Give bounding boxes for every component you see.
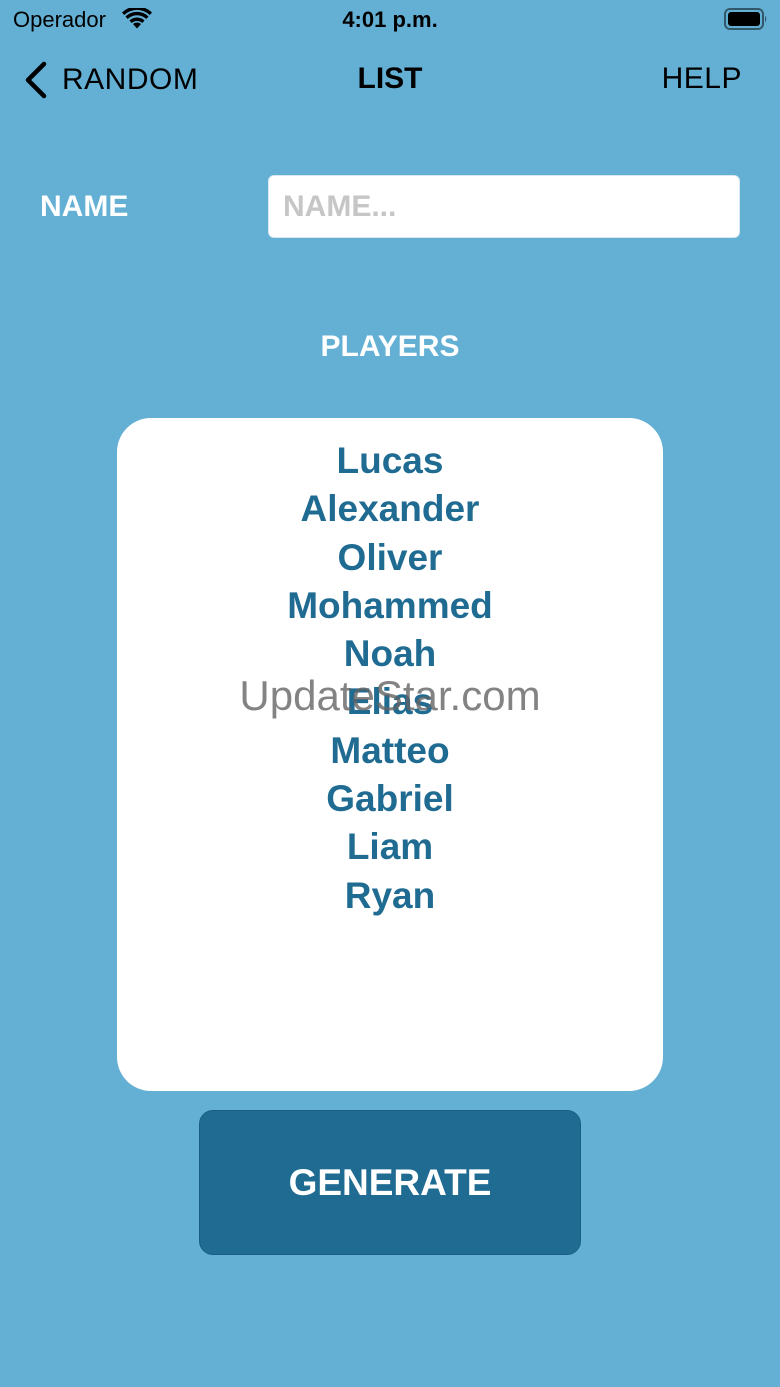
name-input[interactable] bbox=[268, 175, 740, 238]
navigation-bar: RANDOM LIST HELP bbox=[0, 52, 780, 108]
player-item: Lucas bbox=[336, 440, 444, 481]
player-item: Oliver bbox=[337, 536, 443, 578]
player-item: Gabriel bbox=[326, 778, 454, 820]
status-time: 4:01 p.m. bbox=[342, 7, 438, 32]
players-card: Lucas Alexander Oliver Mohammed Noah Eli… bbox=[117, 418, 663, 1091]
player-item: Matteo bbox=[330, 729, 450, 771]
players-title: PLAYERS bbox=[320, 330, 460, 363]
player-item: Liam bbox=[346, 826, 434, 868]
player-item: Elias bbox=[346, 681, 434, 723]
chevron-left-icon bbox=[25, 61, 47, 99]
battery-icon bbox=[724, 8, 767, 30]
status-bar: Operador 4:01 p.m. bbox=[0, 0, 780, 40]
player-item: Ryan bbox=[344, 874, 436, 916]
player-item: Mohammed bbox=[287, 584, 493, 626]
name-label: NAME bbox=[40, 190, 129, 223]
generate-button[interactable]: GENERATE bbox=[199, 1110, 581, 1255]
player-item: Alexander bbox=[300, 488, 480, 530]
help-button[interactable]: HELP bbox=[662, 62, 742, 96]
player-item: Noah bbox=[343, 633, 437, 675]
back-button[interactable]: RANDOM bbox=[22, 60, 198, 100]
back-button-label: RANDOM bbox=[62, 63, 199, 96]
players-list: Lucas Alexander Oliver Mohammed Noah Eli… bbox=[117, 437, 663, 920]
